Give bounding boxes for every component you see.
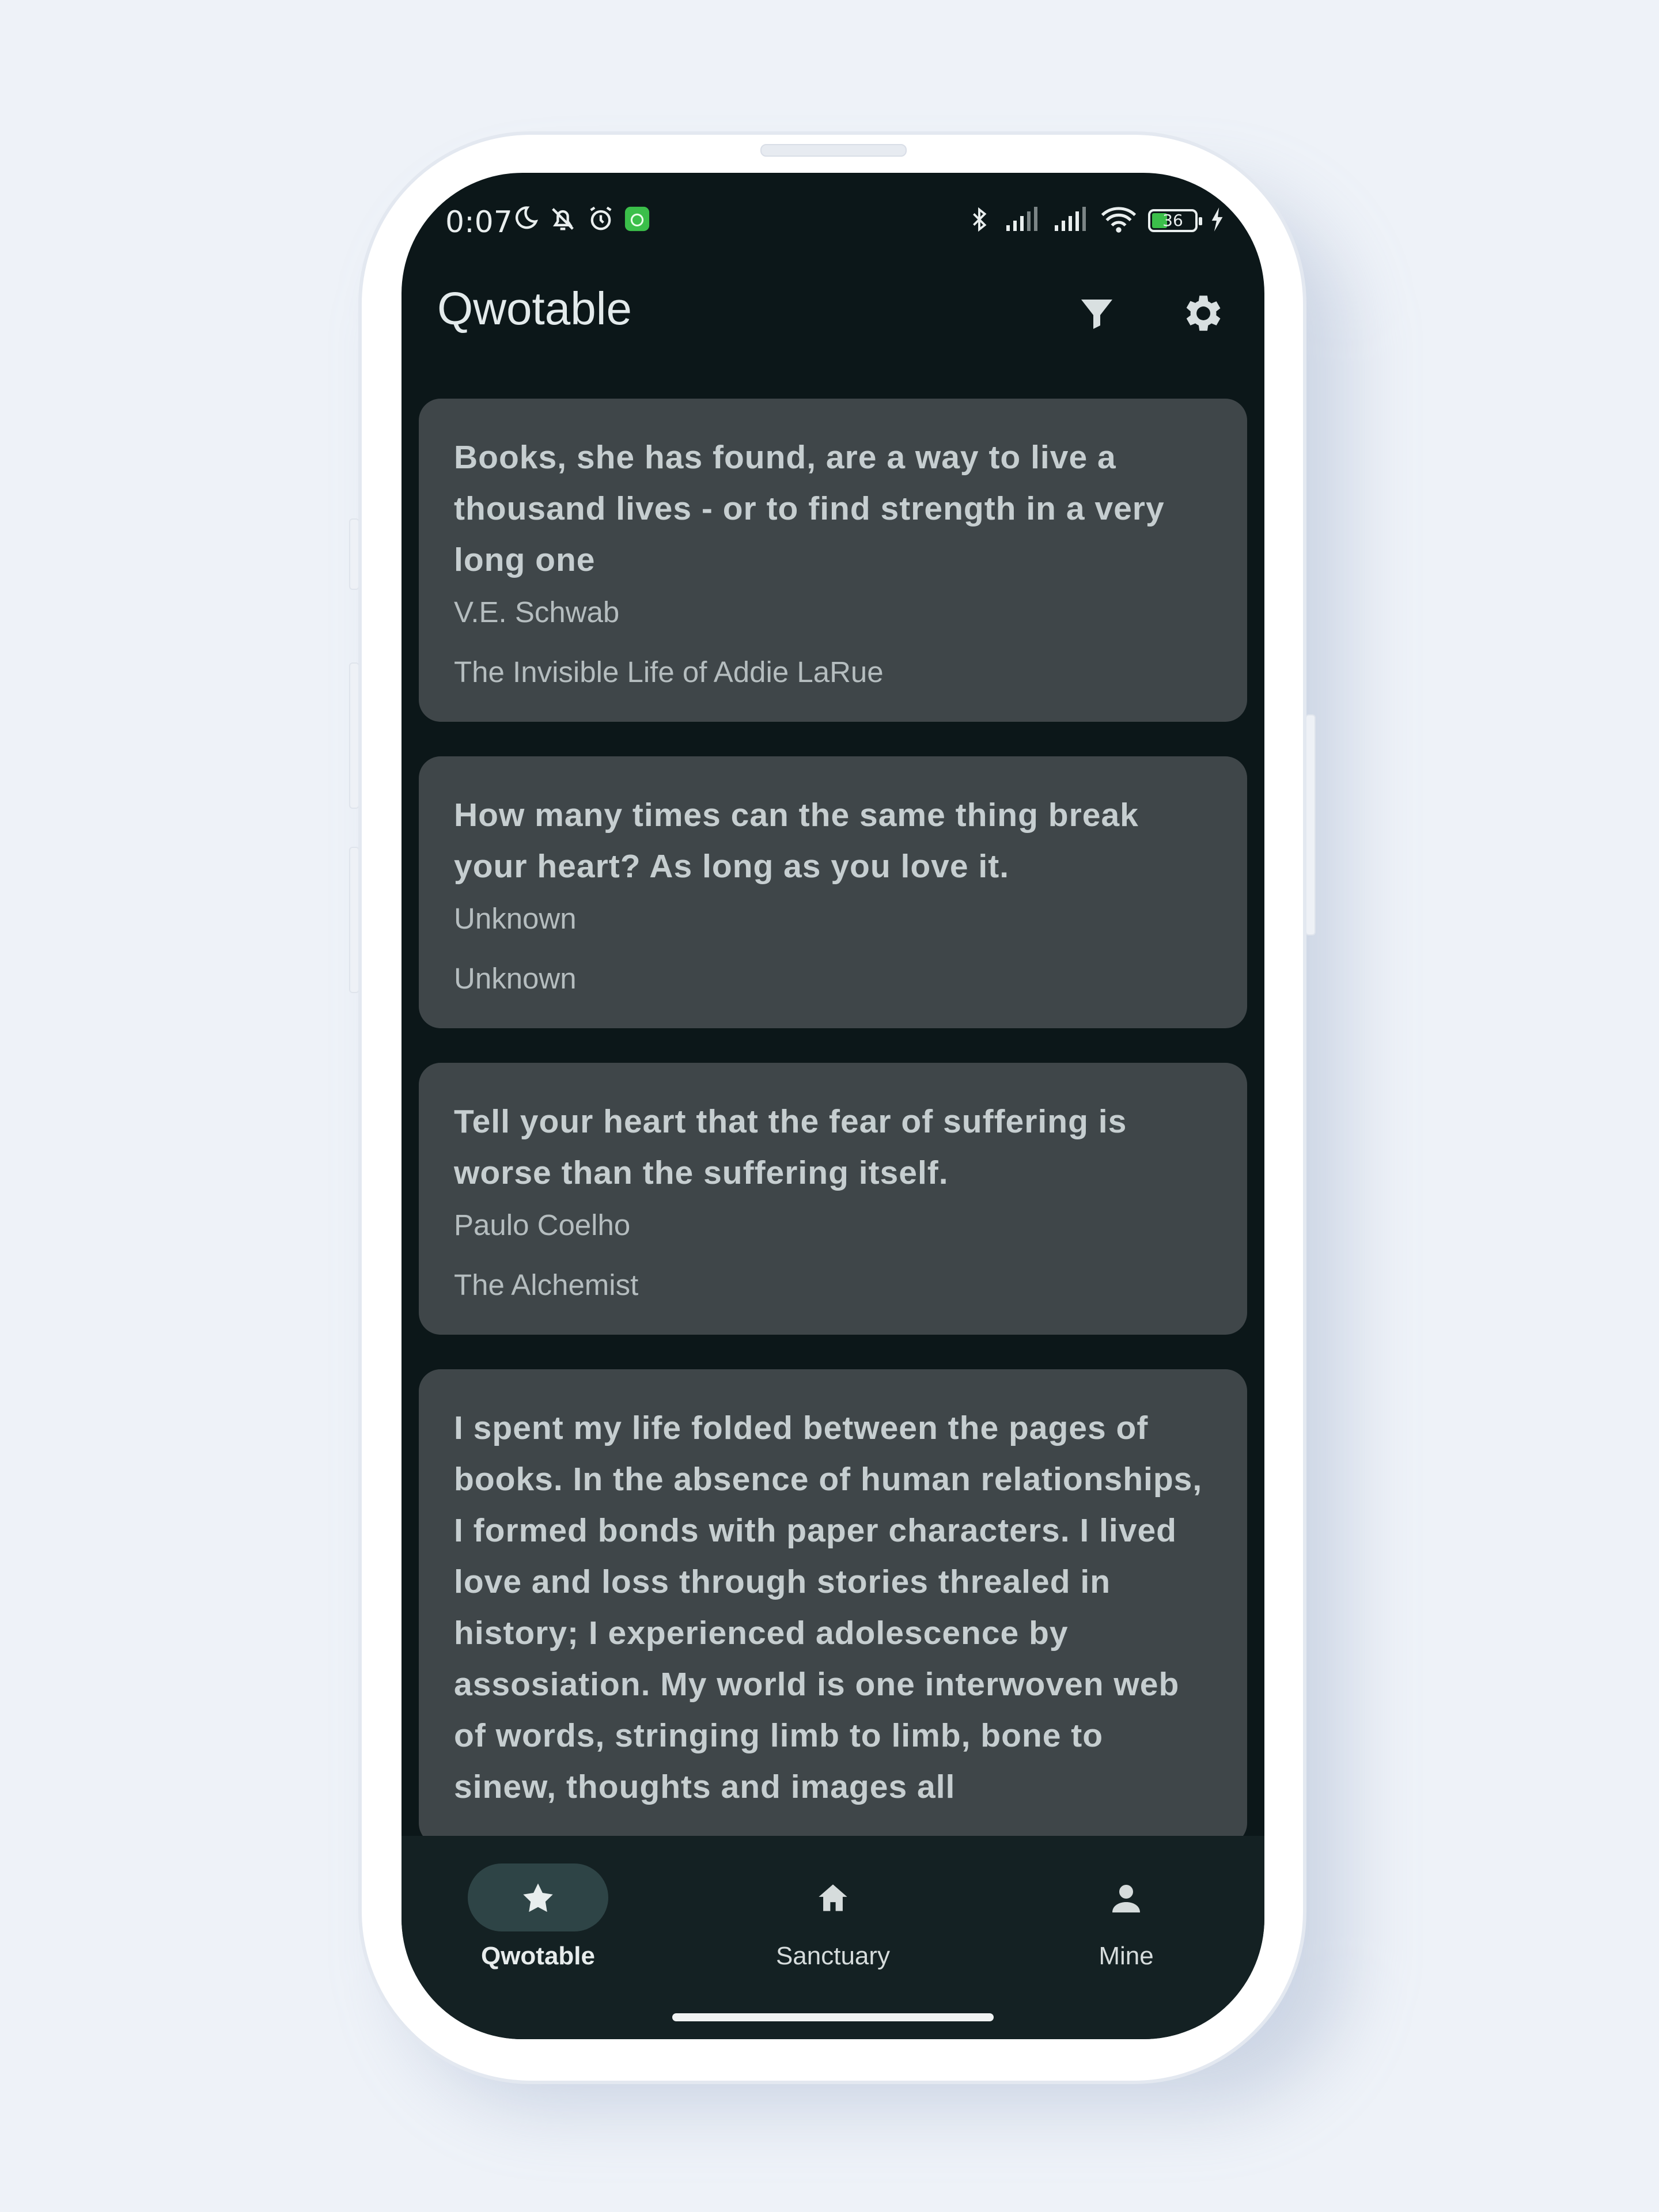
- status-time: 0:07: [445, 205, 513, 240]
- quote-text: How many times can the same thing break …: [454, 797, 1139, 885]
- page-title: Qwotable: [437, 283, 632, 334]
- power-button: [1305, 714, 1316, 935]
- bottom-navigation: Qwotable Sanctuary Mine: [402, 1836, 1264, 2039]
- nav-label: Sanctuary: [775, 1942, 891, 1970]
- filter-button[interactable]: [1068, 286, 1126, 343]
- battery-icon: 36: [1148, 209, 1202, 232]
- bell-off-icon: [548, 204, 578, 236]
- filter-icon: [1076, 293, 1118, 336]
- quote-author: Unknown: [454, 902, 577, 935]
- signal-icon: [1004, 207, 1041, 234]
- quote-card[interactable]: Tell your heart that the fear of sufferi…: [419, 1063, 1247, 1335]
- quote-book: Unknown: [454, 962, 577, 995]
- person-icon: [1097, 1873, 1155, 1925]
- moon-icon: [510, 204, 540, 236]
- quote-book: The Invisible Life of Addie LaRue: [454, 656, 884, 688]
- signal-icon: [1052, 207, 1089, 234]
- nav-item-sanctuary[interactable]: Sanctuary: [718, 1836, 948, 1986]
- bluetooth-icon: [966, 205, 993, 236]
- quote-card[interactable]: Books, she has found, are a way to live …: [419, 399, 1247, 722]
- quote-text: I spent my life folded between the pages…: [454, 1410, 1203, 1805]
- home-indicator[interactable]: [672, 2013, 994, 2021]
- nav-label: Mine: [1099, 1942, 1154, 1970]
- quote-list[interactable]: Books, she has found, are a way to live …: [419, 399, 1247, 1880]
- nav-item-qwotable[interactable]: Qwotable: [423, 1836, 653, 1986]
- quote-author: V.E. Schwab: [454, 596, 620, 628]
- nav-label: Qwotable: [480, 1942, 596, 1970]
- nav-item-mine[interactable]: Mine: [1011, 1836, 1241, 1986]
- battery-level: 36: [1162, 211, 1183, 230]
- home-icon: [804, 1873, 862, 1925]
- quote-card[interactable]: How many times can the same thing break …: [419, 756, 1247, 1028]
- quote-book: The Alchemist: [454, 1268, 639, 1301]
- phone-screen: 0:07 36 Qwotable Books, she has found, a…: [402, 173, 1264, 2039]
- settings-button[interactable]: [1173, 286, 1230, 343]
- quote-author: Paulo Coelho: [454, 1209, 631, 1241]
- alarm-icon: [586, 204, 616, 236]
- gear-icon: [1178, 290, 1225, 339]
- android-app-icon: [624, 206, 650, 234]
- quote-text: Books, she has found, are a way to live …: [454, 439, 1165, 578]
- star-icon: [509, 1873, 567, 1925]
- quote-card[interactable]: I spent my life folded between the pages…: [419, 1369, 1247, 1845]
- status-bar: 0:07 36: [402, 203, 1264, 243]
- quote-text: Tell your heart that the fear of sufferi…: [454, 1103, 1127, 1191]
- wifi-icon: [1101, 206, 1137, 236]
- earpiece: [760, 144, 907, 157]
- charging-icon: [1209, 206, 1224, 235]
